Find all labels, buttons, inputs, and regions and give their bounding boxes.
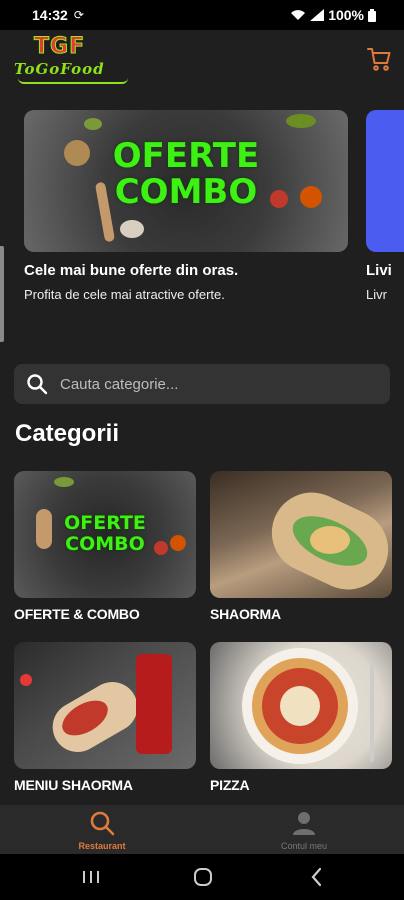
system-navigation-bar <box>0 854 404 900</box>
nav-label: Contul meu <box>280 841 328 851</box>
search-icon <box>27 374 48 395</box>
logo-tagline: ToGoFood <box>14 60 105 78</box>
slide-title: Cele mai bune oferte din oras. <box>24 262 239 279</box>
sync-icon: ⟳ <box>73 8 84 22</box>
category-image: OFERTE COMBO <box>14 471 196 598</box>
wifi-icon <box>291 10 306 20</box>
logo-swoosh <box>18 78 128 84</box>
category-label: MENIU SHAORMA <box>14 777 133 793</box>
search-input[interactable] <box>60 375 360 393</box>
recent-apps-icon[interactable] <box>79 865 103 889</box>
category-card-meniu-shaorma[interactable]: MENIU SHAORMA <box>14 642 196 793</box>
cart-icon[interactable] <box>366 46 392 72</box>
offers-carousel[interactable]: OFERTE COMBO Cele mai bune oferte din or… <box>0 110 404 310</box>
combo-banner-image: OFERTE COMBO <box>24 110 348 252</box>
slide-description: Profita de cele mai atractive oferte. <box>24 287 225 302</box>
status-time: 14:32 <box>32 7 68 23</box>
category-image <box>14 642 196 769</box>
battery-percent: 100% <box>328 7 364 23</box>
nav-label: Restaurant <box>78 841 126 851</box>
search-icon <box>90 811 115 836</box>
nav-restaurant[interactable]: Restaurant <box>52 805 152 854</box>
categories-heading: Categorii <box>15 420 120 447</box>
carousel-slide[interactable]: OFERTE COMBO Cele mai bune oferte din or… <box>24 110 348 302</box>
category-image-text: OFERTE COMBO <box>64 512 146 555</box>
category-image <box>210 471 392 598</box>
edge-panel-handle[interactable] <box>0 246 4 342</box>
categories-grid: OFERTE COMBO OFERTE & COMBO SHAORMA MENI… <box>14 471 392 805</box>
category-label: SHAORMA <box>210 606 281 622</box>
category-card-shaorma[interactable]: SHAORMA <box>210 471 392 622</box>
back-icon[interactable] <box>305 865 329 889</box>
slide-title: Livi <box>366 262 392 279</box>
category-card-pizza[interactable]: PIZZA <box>210 642 392 793</box>
status-bar: 14:32 ⟳ 100% <box>0 0 404 30</box>
category-label: PIZZA <box>210 777 250 793</box>
carousel-slide[interactable]: Livi Livr <box>366 110 404 302</box>
nav-account[interactable]: Contul meu <box>254 805 354 854</box>
delivery-banner-image <box>366 110 404 252</box>
tgf-logo[interactable]: TGF ToGoFood <box>14 34 132 86</box>
combo-banner-text: OFERTE COMBO <box>112 136 260 212</box>
status-right: 100% <box>290 7 376 23</box>
logo-text: TGF <box>33 34 86 60</box>
slide-description: Livr <box>366 287 387 302</box>
bottom-navigation: Restaurant Contul meu <box>0 805 404 854</box>
app-header: TGF ToGoFood <box>0 30 404 90</box>
category-card-oferte-combo[interactable]: OFERTE COMBO OFERTE & COMBO <box>14 471 196 622</box>
category-label: OFERTE & COMBO <box>14 606 140 622</box>
category-image <box>210 642 392 769</box>
category-search-bar[interactable] <box>14 364 390 404</box>
home-icon[interactable] <box>191 865 215 889</box>
battery-icon <box>368 8 376 22</box>
person-icon <box>293 812 315 835</box>
signal-icon <box>310 9 325 21</box>
